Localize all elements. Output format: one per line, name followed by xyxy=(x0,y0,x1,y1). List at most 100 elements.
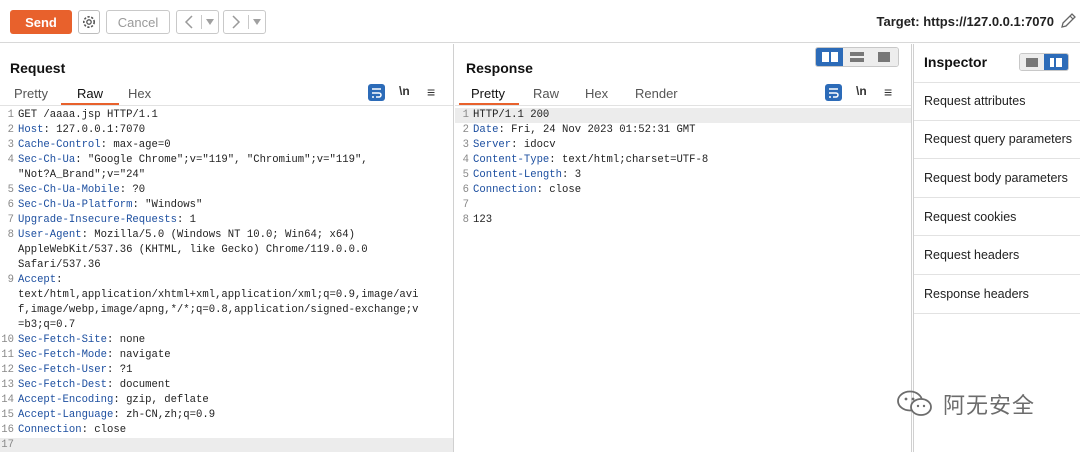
header-name: Sec-Ch-Ua xyxy=(18,154,76,166)
header-value: : close xyxy=(536,184,582,196)
request-pane: Request Pretty Raw Hex \n ≡ 1 GET /aaaa.j… xyxy=(0,44,454,452)
inspector-item-request-query-parameters[interactable]: Request query parameters xyxy=(914,121,1080,160)
code-text: 123 xyxy=(473,213,911,228)
code-text: Sec-Fetch-Dest: document xyxy=(18,378,453,393)
line-number: 5 xyxy=(462,169,469,181)
code-line: Safari/537.36 xyxy=(0,258,453,273)
code-text: Sec-Ch-Ua: "Google Chrome";v="119", "Chr… xyxy=(18,153,453,168)
code-line: 5 Content-Length: 3 xyxy=(455,168,911,183)
response-title: Response xyxy=(466,60,533,76)
inspector-item-response-headers[interactable]: Response headers xyxy=(914,275,1080,314)
code-line: 7 xyxy=(455,198,911,213)
tab-raw[interactable]: Raw xyxy=(77,86,103,101)
header-value: : text/html;charset=UTF-8 xyxy=(549,154,709,166)
tab-raw[interactable]: Raw xyxy=(533,86,559,101)
line-number xyxy=(0,168,18,183)
code-line: 15 Accept-Language: zh-CN,zh;q=0.9 xyxy=(0,408,453,423)
request-editor[interactable]: 1 GET /aaaa.jsp HTTP/1.1 2 Host: 127.0.0.1:… xyxy=(0,108,453,452)
code-line: 7 Upgrade-Insecure-Requests: 1 xyxy=(0,213,453,228)
single-panel-icon xyxy=(878,52,891,62)
menu-icon[interactable]: ≡ xyxy=(427,84,435,100)
line-number: 8 xyxy=(462,214,469,226)
inspector-item-request-cookies[interactable]: Request cookies xyxy=(914,198,1080,237)
inspector-item-request-headers[interactable]: Request headers xyxy=(914,236,1080,275)
edit-target-button[interactable] xyxy=(1058,11,1078,31)
line-number xyxy=(0,288,18,303)
line-number: 2 xyxy=(7,124,14,136)
line-number: 17 xyxy=(1,439,14,451)
divider xyxy=(0,105,453,106)
line-number: 6 xyxy=(7,199,14,211)
forward-history-dropdown[interactable] xyxy=(249,19,265,25)
inspector-title: Inspector xyxy=(924,54,988,70)
response-pane: Response Pretty Raw Hex Render \n ≡ 1 HTT… xyxy=(455,44,912,452)
send-button[interactable]: Send xyxy=(10,10,72,34)
header-value: f,image/webp,image/apng,*/*;q=0.8,applic… xyxy=(18,304,419,316)
code-line: 4 Sec-Ch-Ua: "Google Chrome";v="119", "Ch… xyxy=(0,153,453,168)
code-text: Cache-Control: max-age=0 xyxy=(18,138,453,153)
header-value: : ?0 xyxy=(119,184,146,196)
tab-render[interactable]: Render xyxy=(635,86,678,101)
divider xyxy=(455,105,911,106)
settings-button[interactable] xyxy=(78,10,100,34)
watermark: 阿无安全 xyxy=(895,388,1035,420)
word-wrap-icon[interactable] xyxy=(825,84,842,101)
stacked-view-button[interactable] xyxy=(843,48,871,66)
response-editor[interactable]: 1 HTTP/1.1 200 2 Date: Fri, 24 Nov 2023 01:… xyxy=(455,108,911,228)
code-line: 8 User-Agent: Mozilla/5.0 (Windows NT 10.… xyxy=(0,228,453,243)
code-line: 1 GET /aaaa.jsp HTTP/1.1 xyxy=(0,108,453,123)
header-value: text/html,application/xhtml+xml,applicat… xyxy=(18,289,419,301)
code-text: Accept-Language: zh-CN,zh;q=0.9 xyxy=(18,408,453,423)
code-text: Sec-Ch-Ua-Mobile: ?0 xyxy=(18,183,453,198)
line-number: 12 xyxy=(1,364,14,376)
code-text: GET /aaaa.jsp HTTP/1.1 xyxy=(18,108,453,123)
inspector-item-request-attributes[interactable]: Request attributes xyxy=(914,82,1080,121)
code-line: 13 Sec-Fetch-Dest: document xyxy=(0,378,453,393)
header-value: : close xyxy=(81,424,127,436)
tab-hex[interactable]: Hex xyxy=(128,86,151,101)
side-by-side-view-button[interactable] xyxy=(816,48,844,66)
code-text: AppleWebKit/537.36 (KHTML, like Gecko) C… xyxy=(18,243,453,258)
forward-arrow-icon xyxy=(232,15,241,29)
line-number: 2 xyxy=(462,124,469,136)
inspector-list-view-button[interactable] xyxy=(1020,54,1044,70)
single-view-button[interactable] xyxy=(870,48,898,66)
chevron-down-icon xyxy=(206,19,214,25)
header-name: Connection xyxy=(18,424,82,436)
code-line: 2 Host: 127.0.0.1:7070 xyxy=(0,123,453,138)
code-line: 5 Sec-Ch-Ua-Mobile: ?0 xyxy=(0,183,453,198)
cancel-button[interactable]: Cancel xyxy=(106,10,170,34)
code-text: f,image/webp,image/apng,*/*;q=0.8,applic… xyxy=(18,303,453,318)
tab-hex[interactable]: Hex xyxy=(585,86,608,101)
code-line: 1 HTTP/1.1 200 xyxy=(455,108,911,123)
tab-pretty[interactable]: Pretty xyxy=(471,86,505,101)
menu-icon[interactable]: ≡ xyxy=(884,84,892,100)
show-newlines-toggle[interactable]: \n xyxy=(399,84,410,98)
back-history-dropdown[interactable] xyxy=(202,19,218,25)
forward-button[interactable] xyxy=(224,15,248,29)
layout-view-toggles xyxy=(815,47,899,67)
inspector-panel-view-button[interactable] xyxy=(1044,54,1068,70)
code-text: HTTP/1.1 200 xyxy=(473,108,911,123)
code-text: Upgrade-Insecure-Requests: 1 xyxy=(18,213,453,228)
code-text: Server: idocv xyxy=(473,138,911,153)
header-name: Upgrade-Insecure-Requests xyxy=(18,214,177,226)
line-number: 9 xyxy=(7,274,14,286)
tab-pretty[interactable]: Pretty xyxy=(14,86,48,101)
list-icon xyxy=(1026,57,1038,67)
code-line: =b3;q=0.7 xyxy=(0,318,453,333)
header-value: : max-age=0 xyxy=(100,139,171,151)
code-text: Content-Type: text/html;charset=UTF-8 xyxy=(473,153,911,168)
word-wrap-icon[interactable] xyxy=(368,84,385,101)
code-text: Accept: xyxy=(18,273,453,288)
show-newlines-toggle[interactable]: \n xyxy=(856,84,867,98)
top-toolbar: Send Cancel Target: https://127.0.0.1:70… xyxy=(0,0,1080,43)
back-nav-group xyxy=(176,10,219,34)
code-line: "Not?A_Brand";v="24" xyxy=(0,168,453,183)
wechat-icon xyxy=(897,390,932,416)
back-button[interactable] xyxy=(177,15,201,29)
header-value: : document xyxy=(107,379,171,391)
header-name: User-Agent xyxy=(18,229,82,241)
inspector-item-request-body-parameters[interactable]: Request body parameters xyxy=(914,159,1080,198)
